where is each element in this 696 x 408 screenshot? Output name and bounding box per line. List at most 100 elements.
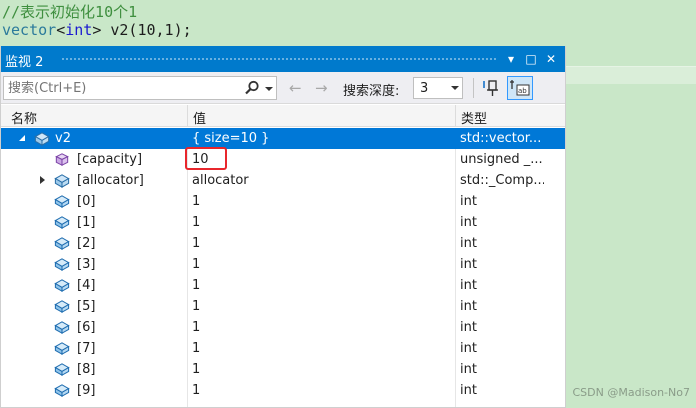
hex-display-toggle[interactable]: ab bbox=[507, 76, 533, 100]
watch-row[interactable]: [8] 1 int bbox=[1, 359, 565, 380]
column-divider[interactable] bbox=[455, 105, 456, 127]
row-name: [capacity] bbox=[77, 152, 143, 167]
field-icon bbox=[54, 258, 70, 272]
watch-row[interactable]: [capacity] 10 unsigned _... bbox=[1, 147, 565, 170]
collapsed-triangle-icon[interactable] bbox=[37, 175, 47, 185]
watch-row[interactable]: [1] 1 int bbox=[1, 212, 565, 233]
row-name: [1] bbox=[77, 215, 96, 230]
search-depth-label: 搜索深度: bbox=[343, 84, 400, 99]
window-dropdown-button[interactable]: ▾ bbox=[503, 50, 519, 68]
watch-row[interactable]: [2] 1 int bbox=[1, 233, 565, 254]
forward-arrow-icon[interactable]: → bbox=[315, 79, 328, 97]
row-type: int bbox=[460, 383, 477, 398]
row-value[interactable]: 1 bbox=[192, 338, 452, 359]
current-line-highlight bbox=[566, 66, 696, 84]
watermark: CSDN @Madison-No7 bbox=[572, 386, 691, 399]
row-name: [0] bbox=[77, 194, 96, 209]
code-declaration-line: vector<int> v2(10,1); bbox=[2, 21, 192, 39]
watch-row[interactable]: [7] 1 int bbox=[1, 338, 565, 359]
column-divider[interactable] bbox=[187, 105, 188, 127]
row-name: [6] bbox=[77, 320, 96, 335]
field-icon bbox=[54, 195, 70, 209]
toolbar-separator bbox=[473, 78, 474, 98]
field-icon bbox=[54, 216, 70, 230]
search-dropdown-icon[interactable] bbox=[264, 80, 274, 96]
field-icon bbox=[54, 237, 70, 251]
row-type: std::vector... bbox=[460, 131, 542, 146]
field-icon bbox=[54, 300, 70, 314]
row-type: int bbox=[460, 236, 477, 251]
code-keyword-vector: vector bbox=[2, 21, 57, 39]
row-value[interactable]: 1 bbox=[192, 212, 452, 233]
row-value[interactable]: 1 bbox=[192, 191, 452, 212]
watch-toolbar: ← → 搜索深度: 3 ab bbox=[1, 72, 565, 104]
row-value[interactable]: 1 bbox=[192, 359, 452, 380]
column-header-value[interactable]: 值 bbox=[193, 108, 206, 127]
code-angle-open: < bbox=[56, 21, 66, 39]
pin-icon[interactable] bbox=[481, 77, 503, 99]
row-type: int bbox=[460, 362, 477, 377]
search-depth-value: 3 bbox=[420, 81, 429, 96]
search-field[interactable] bbox=[3, 76, 277, 100]
hex-display-icon: ab bbox=[510, 80, 530, 96]
row-name: [3] bbox=[77, 257, 96, 272]
column-header-name[interactable]: 名称 bbox=[11, 108, 37, 127]
close-button[interactable]: ✕ bbox=[543, 50, 559, 68]
object-icon bbox=[54, 174, 70, 189]
expanded-triangle-icon[interactable] bbox=[17, 133, 27, 143]
row-type: unsigned _... bbox=[460, 152, 543, 167]
code-comment-line: //表示初始化10个1 bbox=[2, 3, 138, 21]
row-type: int bbox=[460, 194, 477, 209]
watch-row[interactable]: [6] 1 int bbox=[1, 317, 565, 338]
row-type: std::_Comp... bbox=[460, 173, 544, 188]
watch-row[interactable]: [0] 1 int bbox=[1, 191, 565, 212]
row-type: int bbox=[460, 257, 477, 272]
row-name: v2 bbox=[55, 131, 71, 146]
row-name: [allocator] bbox=[77, 173, 144, 188]
object-icon bbox=[34, 132, 50, 147]
search-input[interactable] bbox=[8, 79, 236, 97]
field-icon bbox=[54, 342, 70, 356]
watch-row[interactable]: [allocator] allocator std::_Comp... bbox=[1, 170, 565, 191]
row-value[interactable]: 1 bbox=[192, 317, 452, 338]
code-rest: > v2(10,1); bbox=[92, 21, 192, 39]
field-icon bbox=[54, 363, 70, 377]
watch-row[interactable]: [4] 1 int bbox=[1, 275, 565, 296]
field-icon bbox=[54, 384, 70, 398]
row-type: int bbox=[460, 299, 477, 314]
watch-title: 监视 2 bbox=[5, 55, 44, 70]
watch-row[interactable]: [5] 1 int bbox=[1, 296, 565, 317]
field-icon bbox=[54, 321, 70, 335]
purple-cube-icon bbox=[55, 153, 69, 167]
row-value[interactable]: allocator bbox=[192, 170, 452, 191]
watch-titlebar[interactable]: 监视 2 ▾ □ ✕ bbox=[1, 46, 565, 72]
row-name: [9] bbox=[77, 383, 96, 398]
row-value[interactable]: 1 bbox=[192, 296, 452, 317]
row-name: [5] bbox=[77, 299, 96, 314]
capacity-highlight-box bbox=[185, 147, 227, 170]
code-keyword-int: int bbox=[65, 21, 93, 39]
search-icon[interactable] bbox=[244, 80, 260, 96]
watch-row[interactable]: [3] 1 int bbox=[1, 254, 565, 275]
watch-grid: v2 { size=10 } std::vector...[capacity] 10 u… bbox=[1, 128, 565, 407]
back-arrow-icon[interactable]: ← bbox=[289, 79, 302, 97]
row-value[interactable]: 10 bbox=[192, 149, 452, 170]
watch-window: 监视 2 ▾ □ ✕ ← → 搜索深度: 3 bbox=[0, 46, 566, 408]
row-value[interactable]: 1 bbox=[192, 275, 452, 296]
row-type: int bbox=[460, 215, 477, 230]
field-icon bbox=[54, 279, 70, 293]
svg-text:ab: ab bbox=[518, 87, 527, 95]
search-depth-select[interactable]: 3 bbox=[413, 77, 463, 99]
row-type: int bbox=[460, 341, 477, 356]
row-name: [8] bbox=[77, 362, 96, 377]
row-value[interactable]: { size=10 } bbox=[192, 128, 452, 149]
row-value[interactable]: 1 bbox=[192, 233, 452, 254]
row-value[interactable]: 1 bbox=[192, 380, 452, 401]
row-value[interactable]: 1 bbox=[192, 254, 452, 275]
watch-row[interactable]: [9] 1 int bbox=[1, 380, 565, 401]
maximize-button[interactable]: □ bbox=[523, 50, 539, 68]
watch-row[interactable]: v2 { size=10 } std::vector... bbox=[1, 128, 565, 149]
row-name: [7] bbox=[77, 341, 96, 356]
titlebar-grip[interactable] bbox=[61, 57, 497, 62]
column-header-type[interactable]: 类型 bbox=[461, 108, 487, 127]
